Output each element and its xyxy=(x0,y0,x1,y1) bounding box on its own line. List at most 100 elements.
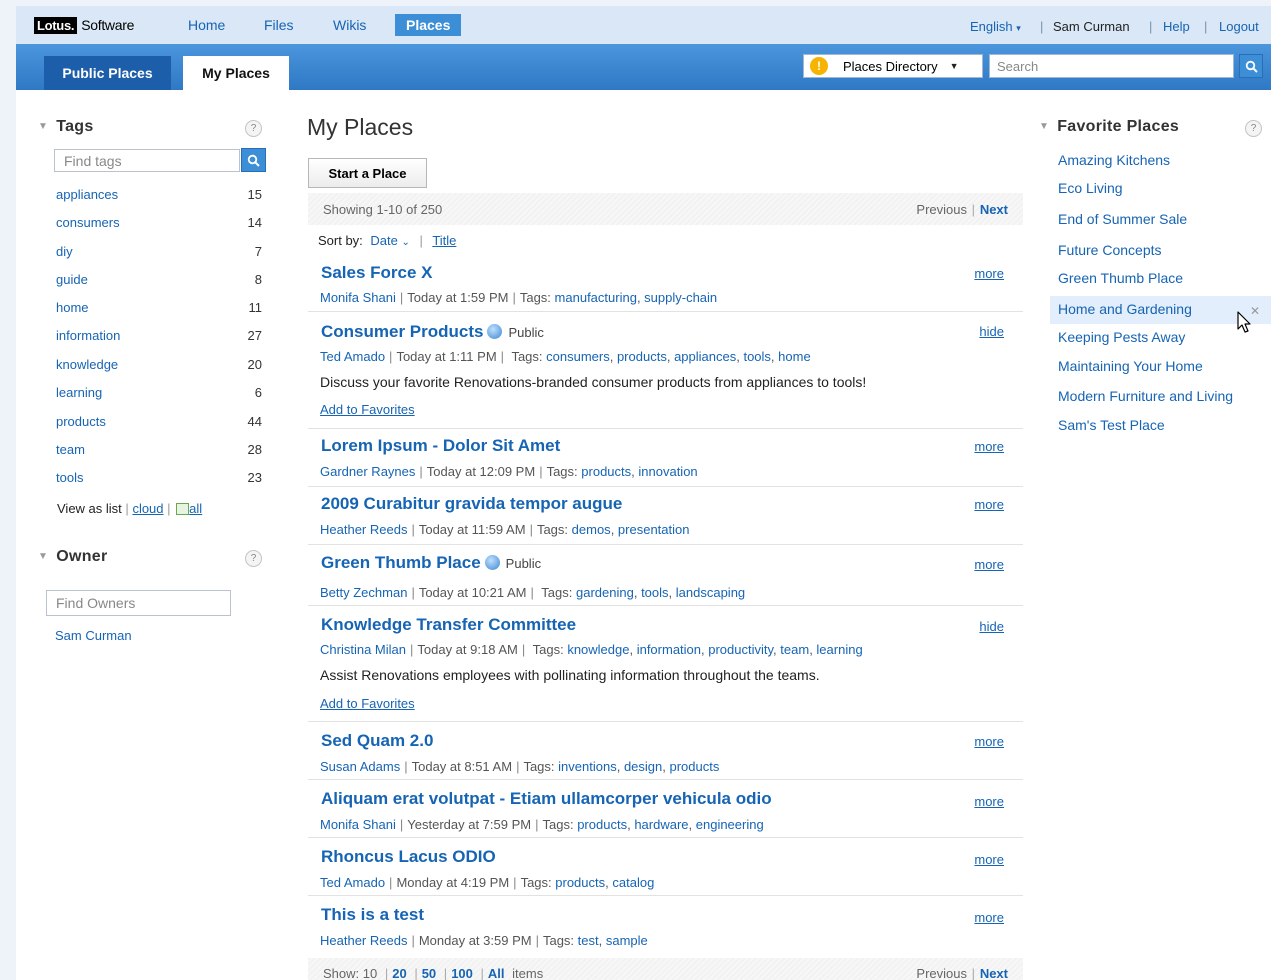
show-20-link[interactable]: 20 xyxy=(392,966,406,980)
hide-link[interactable]: hide xyxy=(979,324,1004,339)
tab-public-places[interactable]: Public Places xyxy=(44,56,171,90)
tag-link[interactable]: products xyxy=(577,817,627,832)
owner-link[interactable]: Betty Zechman xyxy=(320,585,407,600)
find-owners-input[interactable] xyxy=(46,590,231,616)
place-title-link[interactable]: 2009 Curabitur gravida tempor augue xyxy=(321,494,622,514)
more-link[interactable]: more xyxy=(974,910,1004,925)
tag-link[interactable]: products xyxy=(669,759,719,774)
tag-link[interactable]: sample xyxy=(606,933,648,948)
tag-link[interactable]: products xyxy=(555,875,605,890)
next-page-link[interactable]: Next xyxy=(980,966,1008,980)
owner-link[interactable]: Ted Amado xyxy=(320,349,385,364)
tag-link[interactable]: manufacturing xyxy=(555,290,637,305)
help-icon[interactable]: ? xyxy=(245,120,262,137)
nav-places[interactable]: Places xyxy=(395,14,462,36)
tag-link[interactable]: information xyxy=(56,328,120,348)
add-to-favorites-link[interactable]: Add to Favorites xyxy=(320,696,415,711)
owner-link[interactable]: Christina Milan xyxy=(320,642,406,657)
help-icon[interactable]: ? xyxy=(1245,120,1262,137)
nav-home[interactable]: Home xyxy=(188,17,225,33)
find-tags-input[interactable] xyxy=(54,149,240,172)
tag-link[interactable]: diy xyxy=(56,244,73,264)
owner-link[interactable]: Sam Curman xyxy=(55,628,132,643)
tag-link[interactable]: appliances xyxy=(56,187,118,207)
search-input[interactable] xyxy=(989,54,1234,78)
tags-heading[interactable]: ▼ Tags xyxy=(38,118,94,136)
owner-link[interactable]: Monifa Shani xyxy=(320,290,396,305)
cloud-view-link[interactable]: cloud xyxy=(132,501,163,516)
place-title-link[interactable]: Rhoncus Lacus ODIO xyxy=(321,847,496,867)
find-tags-button[interactable] xyxy=(241,148,266,172)
favorite-place-link[interactable]: Amazing Kitchens xyxy=(1058,152,1170,168)
more-link[interactable]: more xyxy=(974,439,1004,454)
tag-link[interactable]: team xyxy=(780,642,809,657)
tag-link[interactable]: catalog xyxy=(612,875,654,890)
place-title-link[interactable]: Sales Force X xyxy=(321,263,433,283)
sort-title-link[interactable]: Title xyxy=(432,233,456,248)
tag-link[interactable]: hardware xyxy=(634,817,688,832)
tag-link[interactable]: gardening xyxy=(576,585,634,600)
place-title-link[interactable]: Green Thumb Place xyxy=(321,553,481,572)
tag-link[interactable]: demos xyxy=(572,522,611,537)
tag-link[interactable]: learning xyxy=(56,385,102,405)
tag-link[interactable]: guide xyxy=(56,272,88,292)
logout-link[interactable]: Logout xyxy=(1219,19,1259,34)
favorite-place-link[interactable]: End of Summer Sale xyxy=(1058,211,1187,227)
more-link[interactable]: more xyxy=(974,794,1004,809)
owner-link[interactable]: Heather Reeds xyxy=(320,522,407,537)
nav-files[interactable]: Files xyxy=(264,17,294,33)
previous-page-link[interactable]: Previous xyxy=(916,966,967,980)
more-link[interactable]: more xyxy=(974,557,1004,572)
tag-link[interactable]: innovation xyxy=(638,464,697,479)
owner-link[interactable]: Susan Adams xyxy=(320,759,400,774)
tag-link[interactable]: design xyxy=(624,759,662,774)
next-page-link[interactable]: Next xyxy=(980,202,1008,217)
favorite-place-link[interactable]: Green Thumb Place xyxy=(1058,270,1183,286)
favorite-place-link[interactable]: Maintaining Your Home xyxy=(1058,358,1203,374)
help-link[interactable]: Help xyxy=(1163,19,1190,34)
favorite-places-heading[interactable]: ▼ Favorite Places xyxy=(1039,118,1179,136)
lotus-software-logo[interactable]: Lotus. Software xyxy=(34,15,134,35)
place-title-link[interactable]: Sed Quam 2.0 xyxy=(321,731,433,751)
owner-link[interactable]: Ted Amado xyxy=(320,875,385,890)
tag-link[interactable]: inventions xyxy=(558,759,617,774)
more-link[interactable]: more xyxy=(974,852,1004,867)
start-a-place-button[interactable]: Start a Place xyxy=(308,158,427,188)
show-all-link[interactable]: All xyxy=(488,966,505,980)
favorite-place-link[interactable]: Eco Living xyxy=(1058,180,1123,196)
owner-link[interactable]: Heather Reeds xyxy=(320,933,407,948)
favorite-place-link[interactable]: Home and Gardening xyxy=(1058,301,1192,317)
language-menu[interactable]: English ▾ xyxy=(970,19,1021,34)
favorite-place-link[interactable]: Sam's Test Place xyxy=(1058,417,1165,433)
tag-link[interactable]: products xyxy=(56,414,106,434)
place-title-link[interactable]: This is a test xyxy=(321,905,424,925)
owner-link[interactable]: Monifa Shani xyxy=(320,817,396,832)
tag-link[interactable]: learning xyxy=(816,642,862,657)
tag-link[interactable]: products xyxy=(617,349,667,364)
all-tags-link[interactable]: all xyxy=(189,501,202,516)
favorite-place-link[interactable]: Future Concepts xyxy=(1058,242,1162,258)
tag-link[interactable]: team xyxy=(56,442,85,462)
tag-link[interactable]: engineering xyxy=(696,817,764,832)
favorite-place-link[interactable]: Modern Furniture and Living xyxy=(1058,388,1233,404)
places-directory-select[interactable]: ! Places Directory ▼ xyxy=(803,54,983,78)
tag-link[interactable]: consumers xyxy=(546,349,610,364)
add-to-favorites-link[interactable]: Add to Favorites xyxy=(320,402,415,417)
tag-link[interactable]: home xyxy=(778,349,811,364)
help-icon[interactable]: ? xyxy=(245,550,262,567)
tag-link[interactable]: information xyxy=(637,642,701,657)
tag-link[interactable]: productivity xyxy=(708,642,773,657)
tag-link[interactable]: products xyxy=(581,464,631,479)
tag-link[interactable]: tools xyxy=(743,349,770,364)
place-title-link[interactable]: Lorem Ipsum - Dolor Sit Amet xyxy=(321,436,560,456)
tag-link[interactable]: test xyxy=(578,933,599,948)
tag-link[interactable]: presentation xyxy=(618,522,690,537)
place-title-link[interactable]: Consumer Products xyxy=(321,322,483,341)
place-title-link[interactable]: Aliquam erat volutpat - Etiam ullamcorpe… xyxy=(321,789,772,809)
more-link[interactable]: more xyxy=(974,497,1004,512)
show-100-link[interactable]: 100 xyxy=(451,966,473,980)
tag-link[interactable]: appliances xyxy=(674,349,736,364)
more-link[interactable]: more xyxy=(974,266,1004,281)
show-50-link[interactable]: 50 xyxy=(422,966,436,980)
owner-heading[interactable]: ▼ Owner xyxy=(38,548,108,566)
